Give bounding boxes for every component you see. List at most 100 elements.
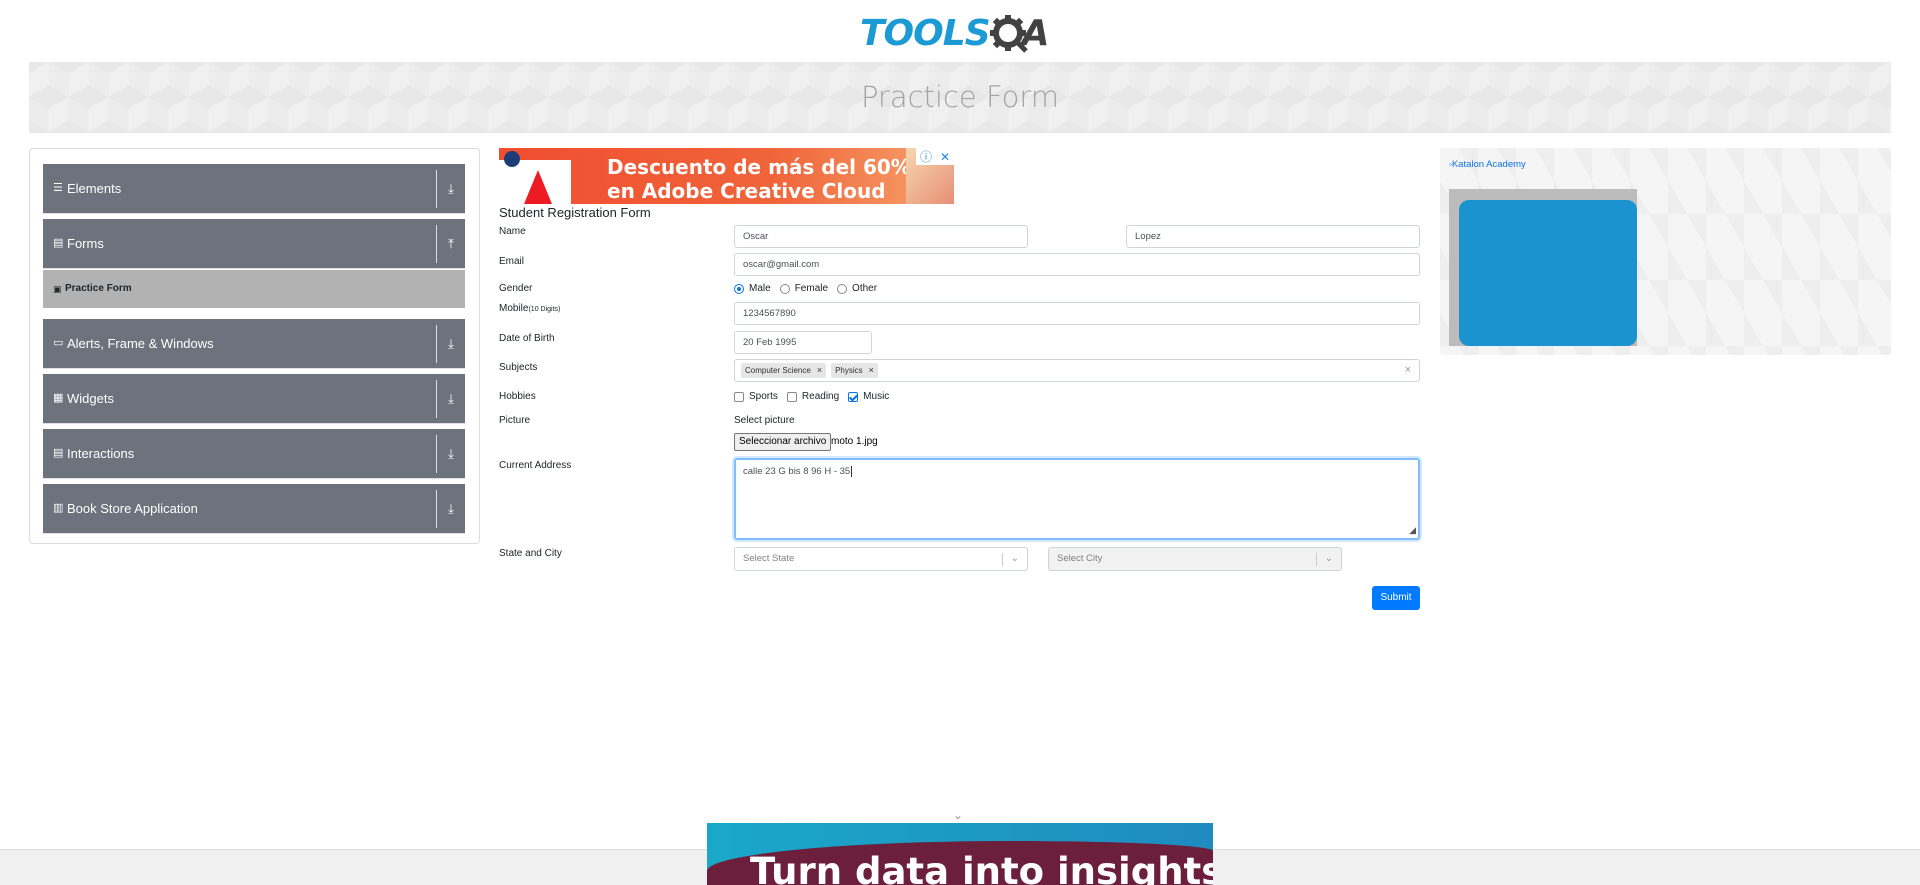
chevron-down-icon: ⌄ bbox=[1010, 553, 1019, 564]
window-icon: ▭ bbox=[53, 337, 64, 349]
remove-tag-icon[interactable]: × bbox=[817, 360, 822, 381]
download-icon[interactable]: ⤓ bbox=[442, 335, 460, 353]
divider bbox=[1002, 553, 1003, 566]
ad-controls: ⓘ ✕ bbox=[916, 148, 954, 165]
radio-label: Other bbox=[852, 283, 878, 294]
divider bbox=[436, 225, 437, 263]
sidebar-item-practice-form[interactable]: ▣ Practice Form bbox=[43, 270, 465, 308]
hobby-music-option[interactable]: Music bbox=[848, 391, 889, 402]
chevron-down-icon: ⌄ bbox=[1324, 553, 1333, 564]
state-select[interactable]: Select State ⌄ bbox=[734, 547, 1028, 571]
last-name-input[interactable]: Lopez bbox=[1126, 225, 1420, 248]
download-icon[interactable]: ⤓ bbox=[442, 445, 460, 463]
ad-text-line2: en Adobe Creative Cloud bbox=[607, 179, 886, 203]
close-icon[interactable]: ✕ bbox=[940, 150, 950, 164]
address-text: calle 23 G bis 8 96 H - 35 bbox=[743, 466, 851, 477]
picture-label: Picture bbox=[499, 415, 531, 426]
page-banner: Practice Form bbox=[29, 62, 1891, 133]
first-name-input[interactable]: Oscar bbox=[734, 225, 1028, 248]
radio-female[interactable] bbox=[779, 283, 790, 294]
download-icon[interactable]: ⤓ bbox=[442, 180, 460, 198]
select-picture-label: Select picture bbox=[734, 415, 795, 426]
hobby-reading-option[interactable]: Reading bbox=[786, 391, 839, 402]
sidebar-group-alerts[interactable]: ▭ Alerts, Frame & Windows ⤓ bbox=[43, 319, 465, 369]
text-cursor bbox=[851, 466, 853, 477]
name-label: Name bbox=[499, 226, 526, 237]
hobby-sports-option[interactable]: Sports bbox=[734, 391, 778, 402]
gender-radio-group: Male Female Other bbox=[734, 283, 886, 294]
mobile-hint: (10 Digits) bbox=[528, 306, 561, 313]
chevron-down-icon[interactable]: ⌄ bbox=[953, 808, 963, 822]
subject-tag-label: Computer Science bbox=[745, 366, 811, 375]
subject-tag: Physics × bbox=[831, 363, 878, 378]
checkbox-music[interactable] bbox=[848, 391, 859, 402]
mobile-label-text: Mobile bbox=[499, 303, 529, 314]
sidebar-group-label: Alerts, Frame & Windows bbox=[67, 336, 214, 351]
email-label: Email bbox=[499, 256, 525, 267]
city-select[interactable]: Select City ⌄ bbox=[1048, 547, 1342, 571]
divider bbox=[436, 435, 437, 473]
right-ad-panel: ▫Katalon Academy bbox=[1440, 148, 1891, 355]
bottom-ad-banner[interactable]: Turn data into insights. bbox=[707, 823, 1213, 885]
city-placeholder: Select City bbox=[1057, 553, 1103, 564]
sidebar-group-label: Interactions bbox=[67, 446, 135, 461]
resize-handle-icon[interactable]: ◢ bbox=[1409, 525, 1416, 536]
current-address-textarea[interactable]: calle 23 G bis 8 96 H - 35 ◢ bbox=[734, 458, 1420, 540]
form-title: Student Registration Form bbox=[499, 205, 651, 220]
upload-icon[interactable]: ⤒ bbox=[442, 235, 460, 253]
address-label: Current Address bbox=[499, 460, 572, 471]
logo-suffix: A bbox=[1021, 12, 1050, 54]
gender-male-option[interactable]: Male bbox=[734, 283, 771, 294]
checkbox-label: Music bbox=[863, 391, 890, 402]
bottom-ad-text: Turn data into insights. bbox=[750, 850, 1213, 885]
interactions-icon: ▤ bbox=[53, 447, 64, 459]
ad-image[interactable] bbox=[1449, 189, 1637, 346]
email-input[interactable]: oscar@gmail.com bbox=[734, 253, 1420, 276]
info-icon[interactable]: ⓘ bbox=[920, 148, 932, 165]
subjects-input[interactable]: Computer Science × Physics × × bbox=[734, 359, 1420, 382]
sidebar-item-label: Practice Form bbox=[65, 283, 132, 294]
clear-icon[interactable]: × bbox=[1405, 360, 1411, 381]
sidebar-group-bookstore[interactable]: ▥ Book Store Application ⤓ bbox=[43, 484, 465, 534]
divider bbox=[436, 380, 437, 418]
hobbies-checkbox-group: Sports Reading Music bbox=[734, 391, 898, 402]
adobe-ad-banner[interactable]: Descuento de más del 60% en Adobe Creati… bbox=[499, 148, 954, 204]
gender-female-option[interactable]: Female bbox=[779, 283, 828, 294]
checkbox-label: Sports bbox=[749, 391, 778, 402]
page-title: Practice Form bbox=[860, 80, 1060, 114]
submit-button[interactable]: Submit bbox=[1372, 586, 1420, 610]
sidebar-group-forms[interactable]: ▤ Forms ⤒ bbox=[43, 219, 465, 269]
ad-image-inner bbox=[1459, 200, 1637, 346]
radio-label: Male bbox=[749, 283, 771, 294]
sidebar-group-label: Elements bbox=[67, 181, 122, 196]
subjects-label: Subjects bbox=[499, 362, 538, 373]
sidebar-group-widgets[interactable]: ▦ Widgets ⤓ bbox=[43, 374, 465, 424]
choose-file-button[interactable]: Seleccionar archivo bbox=[734, 433, 832, 451]
radio-other[interactable] bbox=[837, 283, 848, 294]
divider bbox=[1316, 553, 1317, 566]
dob-input[interactable]: 20 Feb 1995 bbox=[734, 331, 872, 354]
ad-text: Descuento de más del 60% en Adobe Creati… bbox=[607, 155, 911, 203]
download-icon[interactable]: ⤓ bbox=[442, 390, 460, 408]
gender-label: Gender bbox=[499, 283, 533, 294]
hobbies-label: Hobbies bbox=[499, 391, 536, 402]
toolsqa-logo[interactable]: TOOLS A bbox=[860, 10, 1050, 56]
divider bbox=[436, 325, 437, 363]
checkbox-reading[interactable] bbox=[786, 391, 797, 402]
sidebar-group-elements[interactable]: ☰ Elements ⤓ bbox=[43, 164, 465, 214]
divider bbox=[436, 170, 437, 208]
file-name: moto 1.jpg bbox=[831, 436, 878, 447]
remove-tag-icon[interactable]: × bbox=[869, 360, 874, 381]
katalon-academy-link[interactable]: ▫Katalon Academy bbox=[1449, 159, 1526, 170]
mobile-input[interactable]: 1234567890 bbox=[734, 302, 1420, 325]
shield-icon bbox=[504, 151, 520, 167]
checkbox-sports[interactable] bbox=[734, 391, 744, 402]
state-placeholder: Select State bbox=[743, 553, 795, 564]
download-icon[interactable]: ⤓ bbox=[442, 500, 460, 518]
sidebar: ☰ Elements ⤓ ▤ Forms ⤒ ▣ Practice Form ▭… bbox=[29, 148, 480, 544]
radio-male[interactable] bbox=[734, 283, 744, 294]
gender-other-option[interactable]: Other bbox=[837, 283, 877, 294]
sidebar-group-interactions[interactable]: ▤ Interactions ⤓ bbox=[43, 429, 465, 479]
ad-link-text: Katalon Academy bbox=[1451, 159, 1526, 170]
widgets-icon: ▦ bbox=[53, 392, 64, 404]
